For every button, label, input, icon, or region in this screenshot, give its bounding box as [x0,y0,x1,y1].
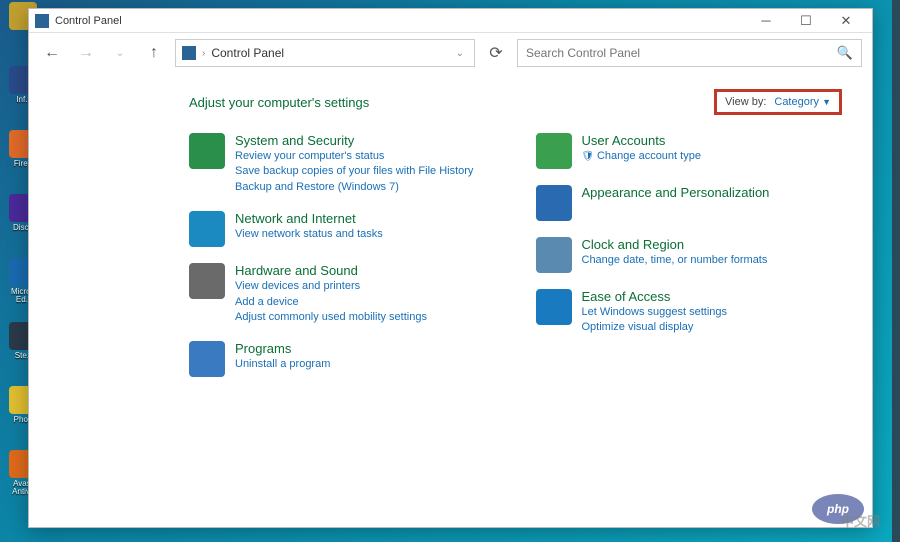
category-link[interactable]: View network status and tasks [235,227,383,242]
close-button[interactable]: ✕ [826,10,866,32]
control-panel-window: Control Panel ─ ☐ ✕ ← → ⌄ ↑ › Control Pa… [28,8,873,528]
category: ProgramsUninstall a program [189,341,496,377]
control-panel-icon [35,14,49,28]
address-icon [182,46,196,60]
category: Ease of AccessLet Windows suggest settin… [536,289,843,336]
navigation-bar: ← → ⌄ ↑ › Control Panel ⌄ ⟳ 🔍 [29,33,872,73]
refresh-button[interactable]: ⟳ [483,40,509,66]
viewby-dropdown[interactable]: Category ▼ [774,96,831,108]
category-title[interactable]: User Accounts [582,133,701,148]
category-link[interactable]: Review your computer's status [235,149,473,164]
category-title[interactable]: Hardware and Sound [235,263,427,278]
recent-dropdown[interactable]: ⌄ [107,40,133,66]
category-link[interactable]: Save backup copies of your files with Fi… [235,164,473,179]
up-button[interactable]: ↑ [141,40,167,66]
category: User AccountsChange account type [536,133,843,169]
category-icon [536,185,572,221]
viewby-label: View by: [725,96,766,108]
category-link[interactable]: Optimize visual display [582,320,728,335]
category-icon [189,341,225,377]
category-title[interactable]: Programs [235,341,330,356]
category-link[interactable]: View devices and printers [235,279,427,294]
search-input[interactable] [526,46,837,60]
category-title[interactable]: Network and Internet [235,211,383,226]
category: Hardware and SoundView devices and print… [189,263,496,325]
back-button[interactable]: ← [39,40,65,66]
category-title[interactable]: Clock and Region [582,237,768,252]
maximize-button[interactable]: ☐ [786,10,826,32]
chevron-right-icon: › [202,48,205,59]
category: Appearance and Personalization [536,185,843,221]
category-link[interactable]: Uninstall a program [235,357,330,372]
category-title[interactable]: System and Security [235,133,473,148]
category-link[interactable]: Change account type [582,149,701,164]
category-title[interactable]: Ease of Access [582,289,728,304]
category: System and SecurityReview your computer'… [189,133,496,195]
page-heading: Adjust your computer's settings [189,95,714,110]
category-title[interactable]: Appearance and Personalization [582,185,770,200]
breadcrumb[interactable]: Control Panel [211,46,284,60]
category-link[interactable]: Change date, time, or number formats [582,253,768,268]
category: Network and InternetView network status … [189,211,496,247]
categories-right: User AccountsChange account type Appearan… [536,133,843,377]
caret-down-icon: ▼ [822,97,831,107]
search-icon[interactable]: 🔍 [837,45,853,61]
window-title: Control Panel [55,15,746,27]
category-icon [189,133,225,169]
forward-button[interactable]: → [73,40,99,66]
address-bar[interactable]: › Control Panel ⌄ [175,39,475,67]
search-box[interactable]: 🔍 [517,39,862,67]
taskbar-edge [892,0,900,542]
category-icon [189,263,225,299]
category-icon [536,133,572,169]
category-icon [189,211,225,247]
watermark: 中文网 [841,511,880,530]
minimize-button[interactable]: ─ [746,10,786,32]
titlebar: Control Panel ─ ☐ ✕ [29,9,872,33]
categories-left: System and SecurityReview your computer'… [189,133,496,377]
category-link[interactable]: Let Windows suggest settings [582,305,728,320]
category-link[interactable]: Add a device [235,295,427,310]
category-icon [536,289,572,325]
category-icon [536,237,572,273]
content-area: Adjust your computer's settings View by:… [29,73,872,387]
viewby-highlight: View by: Category ▼ [714,89,842,115]
category-link[interactable]: Backup and Restore (Windows 7) [235,180,473,195]
category-link[interactable]: Adjust commonly used mobility settings [235,310,427,325]
address-dropdown-icon[interactable]: ⌄ [456,48,464,59]
category: Clock and RegionChange date, time, or nu… [536,237,843,273]
